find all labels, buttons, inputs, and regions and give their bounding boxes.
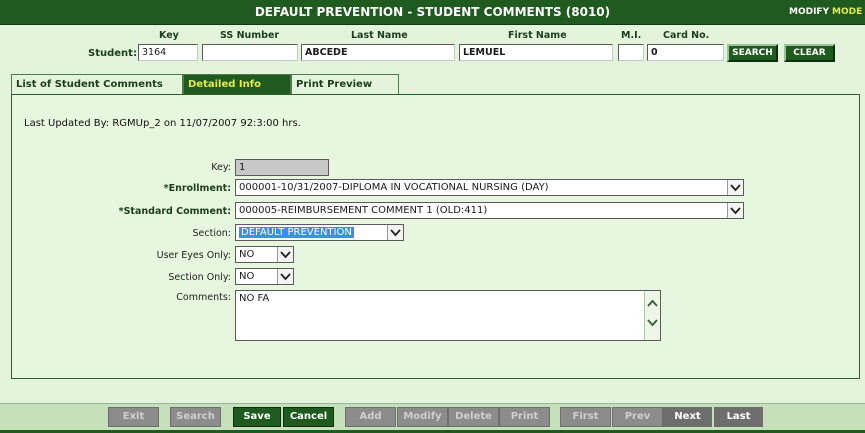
last-button[interactable]: Last	[714, 407, 763, 427]
prev-button[interactable]: Prev	[612, 407, 663, 427]
search-footer-button[interactable]: Search	[170, 407, 221, 427]
enrollment-label: *Enrollment:	[163, 183, 231, 194]
delete-button[interactable]: Delete	[448, 407, 499, 427]
search-button[interactable]: SEARCH	[727, 44, 778, 62]
comments-textarea[interactable]: NO FA	[235, 290, 661, 341]
section-select[interactable]: DEFAULT PREVENTION	[235, 224, 404, 241]
chevron-down-icon[interactable]	[727, 180, 743, 195]
section-value: DEFAULT PREVENTION	[239, 227, 354, 238]
section-label: Section:	[192, 228, 232, 239]
add-button[interactable]: Add	[345, 407, 396, 427]
first-name-field[interactable]: LEMUEL	[459, 44, 613, 61]
section-only-label: Section Only:	[168, 272, 231, 283]
record-key-field: 1	[235, 159, 329, 176]
tab-detailed-info[interactable]: Detailed Info	[183, 74, 291, 95]
card-no-field[interactable]: 0	[647, 44, 724, 61]
standard-comment-value: 000005-REIMBURSEMENT COMMENT 1 (OLD:411)	[239, 205, 488, 216]
card-no-column-header: Card No.	[663, 30, 710, 41]
section-only-value: NO	[239, 271, 255, 282]
student-label: Student:	[88, 48, 137, 59]
first-name-column-header: First Name	[508, 30, 567, 41]
first-button[interactable]: First	[560, 407, 611, 427]
chevron-down-icon[interactable]	[277, 247, 293, 262]
save-button[interactable]: Save	[233, 407, 281, 427]
comments-label: Comments:	[176, 292, 231, 303]
standard-comment-label: *Standard Comment:	[118, 206, 231, 217]
last-updated-text: Last Updated By: RGMUp_2 on 11/07/2007 9…	[24, 118, 301, 129]
comments-value: NO FA	[239, 293, 270, 304]
enrollment-value: 000001-10/31/2007-DIPLOMA IN VOCATIONAL …	[239, 182, 549, 193]
last-name-field[interactable]: ABCEDE	[301, 44, 455, 61]
comments-scrollbar[interactable]	[644, 291, 660, 340]
chevron-down-icon[interactable]	[387, 225, 403, 240]
chevron-up-icon[interactable]	[647, 299, 658, 310]
next-button[interactable]: Next	[663, 407, 712, 427]
title-bar: DEFAULT PREVENTION - STUDENT COMMENTS (8…	[0, 0, 865, 25]
chevron-down-icon[interactable]	[647, 319, 658, 330]
key-column-header: Key	[159, 30, 179, 41]
ss-number-column-header: SS Number	[220, 30, 280, 41]
user-eyes-only-label: User Eyes Only:	[156, 250, 231, 261]
mode-indicator: MODE	[832, 7, 863, 17]
exit-button[interactable]: Exit	[108, 407, 159, 427]
user-eyes-only-select[interactable]: NO	[235, 246, 294, 263]
clear-button[interactable]: CLEAR	[784, 44, 835, 62]
chevron-down-icon[interactable]	[277, 269, 293, 284]
user-eyes-only-value: NO	[239, 249, 255, 260]
middle-initial-field[interactable]	[618, 44, 644, 61]
modify-button[interactable]: Modify	[397, 407, 448, 427]
mi-column-header: M.I.	[621, 30, 642, 41]
ss-number-field[interactable]	[202, 44, 298, 61]
chevron-down-icon[interactable]	[727, 203, 743, 218]
cancel-button[interactable]: Cancel	[283, 407, 334, 427]
tab-list-of-student-comments[interactable]: List of Student Comments	[11, 74, 183, 95]
tab-print-preview[interactable]: Print Preview	[291, 74, 399, 95]
enrollment-select[interactable]: 000001-10/31/2007-DIPLOMA IN VOCATIONAL …	[235, 179, 744, 196]
section-only-select[interactable]: NO	[235, 268, 294, 285]
last-name-column-header: Last Name	[351, 30, 408, 41]
page-title: DEFAULT PREVENTION - STUDENT COMMENTS (8…	[254, 5, 611, 19]
student-key-field[interactable]: 3164	[138, 44, 198, 61]
key-label: Key:	[211, 162, 231, 173]
print-button[interactable]: Print	[499, 407, 550, 427]
mode-label: MODIFY	[789, 7, 830, 17]
standard-comment-select[interactable]: 000005-REIMBURSEMENT COMMENT 1 (OLD:411)	[235, 202, 744, 219]
